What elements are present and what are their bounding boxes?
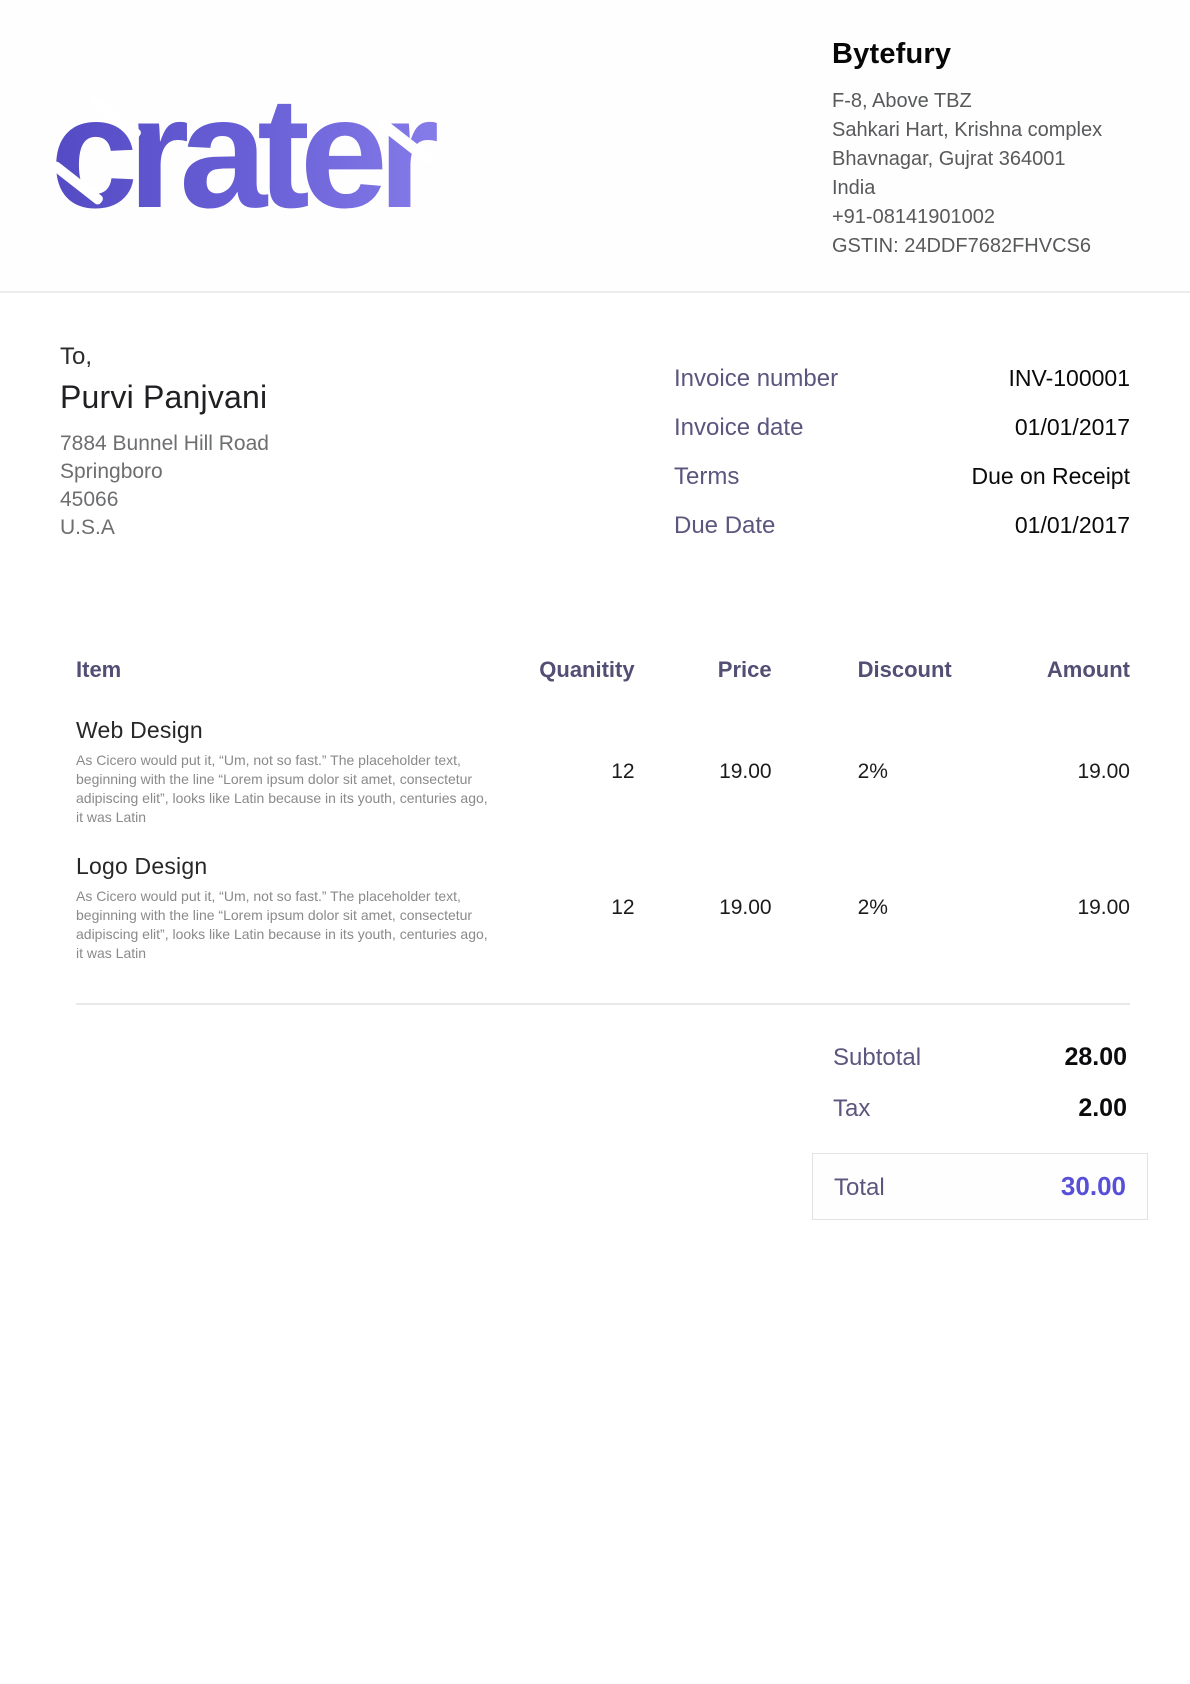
customer-address-line: 45066 — [60, 486, 390, 514]
to-label: To, — [60, 343, 390, 371]
item-description: As Cicero would put it, “Um, not so fast… — [76, 887, 498, 963]
company-gstin: GSTIN: 24DDF7682FHVCS6 — [832, 232, 1132, 261]
item-column-header: Item — [76, 657, 498, 717]
customer-address-line: Springboro — [60, 458, 390, 486]
item-quantity: 12 — [498, 717, 635, 853]
company-address-line: F-8, Above TBZ — [832, 87, 1132, 116]
crater-logo: crater — [50, 74, 441, 232]
company-address-line: India — [832, 174, 1132, 203]
item-quantity: 12 — [498, 853, 635, 989]
quantity-column-header: Quanitity — [498, 657, 635, 717]
price-column-header: Price — [635, 657, 772, 717]
company-address-line: Sahkari Hart, Krishna complex — [832, 116, 1132, 145]
item-name: Logo Design — [76, 853, 498, 880]
due-date-label: Due Date — [674, 512, 775, 540]
table-row: Web Design As Cicero would put it, “Um, … — [76, 717, 1130, 853]
invoice-number-value: INV-100001 — [1009, 365, 1130, 392]
items-table: Item Quanitity Price Discount Amount Web… — [76, 657, 1130, 989]
company-address-line: Bhavnagar, Gujrat 364001 — [832, 145, 1132, 174]
invoice-body: To, Purvi Panjvani 7884 Bunnel Hill Road… — [0, 343, 1190, 1220]
tax-value: 2.00 — [1078, 1094, 1127, 1123]
total-value: 30.00 — [1061, 1171, 1126, 1202]
item-description: As Cicero would put it, “Um, not so fast… — [76, 751, 498, 827]
item-cell: Web Design As Cicero would put it, “Um, … — [76, 717, 498, 853]
bill-to-block: To, Purvi Panjvani 7884 Bunnel Hill Road… — [60, 343, 390, 561]
billing-section: To, Purvi Panjvani 7884 Bunnel Hill Road… — [60, 343, 1130, 561]
invoice-number-row: Invoice number INV-100001 — [674, 365, 1130, 393]
company-info-block: Bytefury F-8, Above TBZ Sahkari Hart, Kr… — [832, 0, 1132, 291]
discount-column-header: Discount — [772, 657, 962, 717]
invoice-meta-block: Invoice number INV-100001 Invoice date 0… — [674, 343, 1130, 561]
item-discount: 2% — [772, 717, 962, 853]
terms-row: Terms Due on Receipt — [674, 463, 1130, 491]
item-price: 19.00 — [635, 853, 772, 989]
crater-logo-wordmark: crater — [50, 74, 441, 232]
terms-value: Due on Receipt — [971, 463, 1130, 490]
terms-label: Terms — [674, 463, 739, 491]
subtotal-value: 28.00 — [1064, 1043, 1127, 1072]
customer-name: Purvi Panjvani — [60, 379, 390, 416]
items-table-header-row: Item Quanitity Price Discount Amount — [76, 657, 1130, 717]
table-row: Logo Design As Cicero would put it, “Um,… — [76, 853, 1130, 989]
subtotal-row: Subtotal 28.00 — [812, 1043, 1148, 1072]
item-amount: 19.00 — [961, 717, 1130, 853]
item-name: Web Design — [76, 717, 498, 744]
item-cell: Logo Design As Cicero would put it, “Um,… — [76, 853, 498, 989]
subtotal-label: Subtotal — [833, 1044, 921, 1072]
invoice-date-label: Invoice date — [674, 414, 803, 442]
totals-section: Subtotal 28.00 Tax 2.00 Total 30.00 — [812, 1043, 1148, 1220]
item-discount: 2% — [772, 853, 962, 989]
item-price: 19.00 — [635, 717, 772, 853]
company-name: Bytefury — [832, 38, 1132, 71]
customer-address-line: U.S.A — [60, 514, 390, 542]
item-amount: 19.00 — [961, 853, 1130, 989]
due-date-row: Due Date 01/01/2017 — [674, 512, 1130, 540]
invoice-number-label: Invoice number — [674, 365, 838, 393]
company-phone: +91-08141901002 — [832, 203, 1132, 232]
tax-row: Tax 2.00 — [812, 1094, 1148, 1123]
customer-address-line: 7884 Bunnel Hill Road — [60, 430, 390, 458]
amount-column-header: Amount — [961, 657, 1130, 717]
invoice-page: crater Bytefury F-8, Above TBZ Sahkari H… — [0, 0, 1190, 1684]
invoice-header: crater Bytefury F-8, Above TBZ Sahkari H… — [0, 0, 1190, 293]
invoice-date-row: Invoice date 01/01/2017 — [674, 414, 1130, 442]
tax-label: Tax — [833, 1095, 870, 1123]
items-table-section: Item Quanitity Price Discount Amount Web… — [76, 657, 1130, 989]
total-box: Total 30.00 — [812, 1153, 1148, 1220]
due-date-value: 01/01/2017 — [1015, 512, 1130, 539]
table-bottom-divider — [76, 1003, 1130, 1005]
invoice-date-value: 01/01/2017 — [1015, 414, 1130, 441]
total-label: Total — [834, 1174, 885, 1202]
